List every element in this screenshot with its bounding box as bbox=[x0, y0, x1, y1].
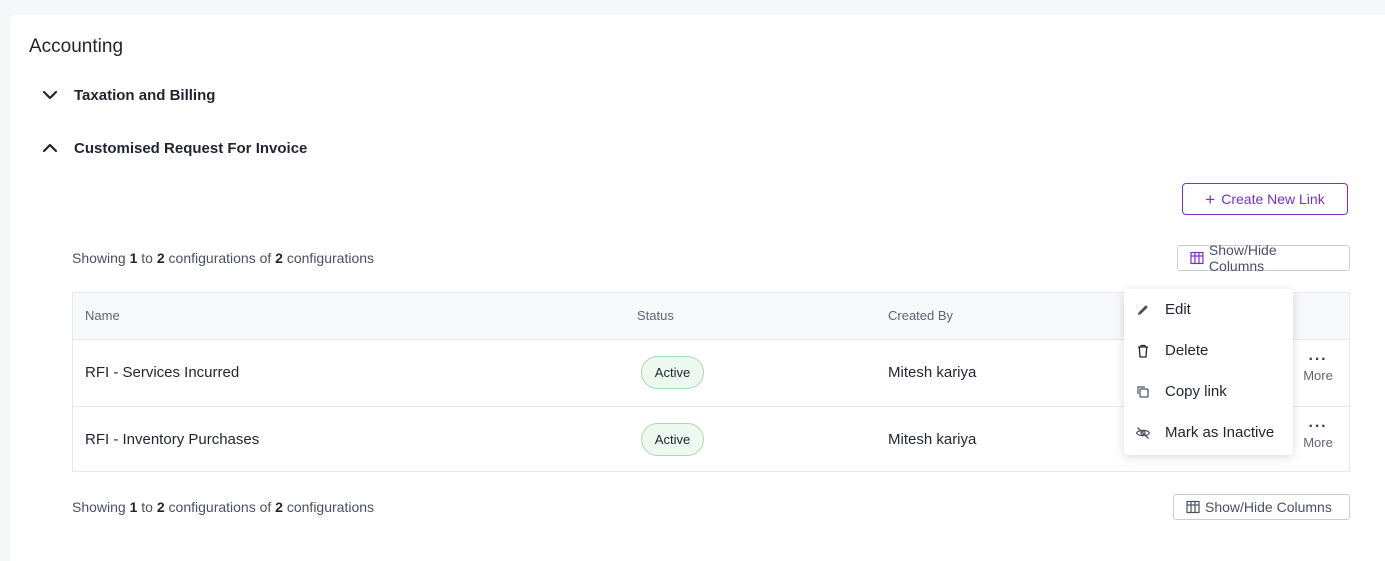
column-header-name[interactable]: Name bbox=[85, 308, 120, 323]
section-taxation-billing[interactable]: Taxation and Billing bbox=[40, 85, 215, 105]
showing-total: 2 bbox=[275, 250, 283, 266]
showing-to-word: to bbox=[141, 499, 153, 515]
show-hide-columns-button-bottom[interactable]: Show/Hide Columns bbox=[1173, 494, 1350, 520]
showing-of-word: configurations of bbox=[168, 250, 272, 266]
row-created-by: Mitesh kariya bbox=[888, 431, 977, 448]
ellipsis-icon: ··· bbox=[1308, 351, 1328, 368]
row-name: RFI - Services Incurred bbox=[85, 364, 240, 381]
showing-prefix: Showing bbox=[72, 499, 126, 515]
eye-off-icon bbox=[1135, 426, 1151, 439]
menu-item-label: Copy link bbox=[1165, 383, 1227, 400]
showing-suffix: configurations bbox=[286, 499, 375, 515]
section-label: Taxation and Billing bbox=[74, 86, 216, 104]
row-actions-menu: Edit Delete Copy link Mark as Inactive bbox=[1124, 289, 1293, 455]
menu-item-edit[interactable]: Edit bbox=[1124, 289, 1293, 330]
table-columns-icon bbox=[1186, 500, 1200, 514]
menu-item-label: Edit bbox=[1165, 301, 1191, 318]
plus-icon: + bbox=[1205, 189, 1216, 209]
menu-item-delete[interactable]: Delete bbox=[1124, 330, 1293, 371]
chevron-up-icon bbox=[42, 143, 58, 153]
status-badge: Active bbox=[641, 423, 704, 456]
create-new-link-label: Create New Link bbox=[1221, 191, 1325, 207]
menu-item-copy-link[interactable]: Copy link bbox=[1124, 371, 1293, 412]
showing-summary-top: Showing 1 to 2 configurations of 2 confi… bbox=[72, 250, 374, 266]
trash-icon bbox=[1138, 344, 1148, 358]
section-customised-rfi[interactable]: Customised Request For Invoice bbox=[40, 138, 307, 158]
show-hide-columns-button-top[interactable]: Show/Hide Columns bbox=[1177, 242, 1350, 274]
showing-of-word: configurations of bbox=[168, 499, 272, 515]
showing-to: 2 bbox=[156, 250, 165, 266]
chevron-down-icon bbox=[42, 90, 58, 100]
show-hide-columns-label: Show/Hide Columns bbox=[1208, 242, 1277, 274]
menu-item-mark-inactive[interactable]: Mark as Inactive bbox=[1124, 412, 1293, 453]
showing-from: 1 bbox=[129, 499, 138, 515]
section-label: Customised Request For Invoice bbox=[74, 139, 308, 157]
column-header-status[interactable]: Status bbox=[637, 308, 674, 323]
copy-icon bbox=[1137, 385, 1149, 398]
create-new-link-button[interactable]: + Create New Link bbox=[1182, 183, 1348, 215]
showing-summary-bottom: Showing 1 to 2 configurations of 2 confi… bbox=[72, 499, 374, 515]
more-label: More bbox=[1303, 435, 1333, 450]
showing-total: 2 bbox=[275, 499, 283, 515]
status-badge: Active bbox=[641, 356, 704, 389]
row-created-by: Mitesh kariya bbox=[888, 364, 977, 381]
show-hide-columns-label: Show/Hide Columns bbox=[1205, 499, 1332, 515]
more-button[interactable]: ··· More bbox=[1300, 351, 1336, 384]
showing-suffix: configurations bbox=[286, 250, 375, 266]
pencil-icon bbox=[1138, 304, 1148, 315]
showing-to-word: to bbox=[141, 250, 153, 266]
showing-prefix: Showing bbox=[72, 250, 126, 266]
table-columns-icon bbox=[1190, 251, 1204, 265]
ellipsis-icon: ··· bbox=[1308, 418, 1328, 435]
row-name: RFI - Inventory Purchases bbox=[85, 431, 260, 448]
menu-item-label: Delete bbox=[1165, 342, 1209, 359]
main-card bbox=[10, 15, 1385, 561]
more-label: More bbox=[1303, 368, 1333, 383]
column-header-created-by[interactable]: Created By bbox=[888, 308, 953, 323]
menu-item-label: Mark as Inactive bbox=[1165, 424, 1275, 441]
more-button[interactable]: ··· More bbox=[1300, 418, 1336, 451]
showing-from: 1 bbox=[129, 250, 138, 266]
showing-to: 2 bbox=[156, 499, 165, 515]
page-title: Accounting bbox=[29, 36, 124, 57]
